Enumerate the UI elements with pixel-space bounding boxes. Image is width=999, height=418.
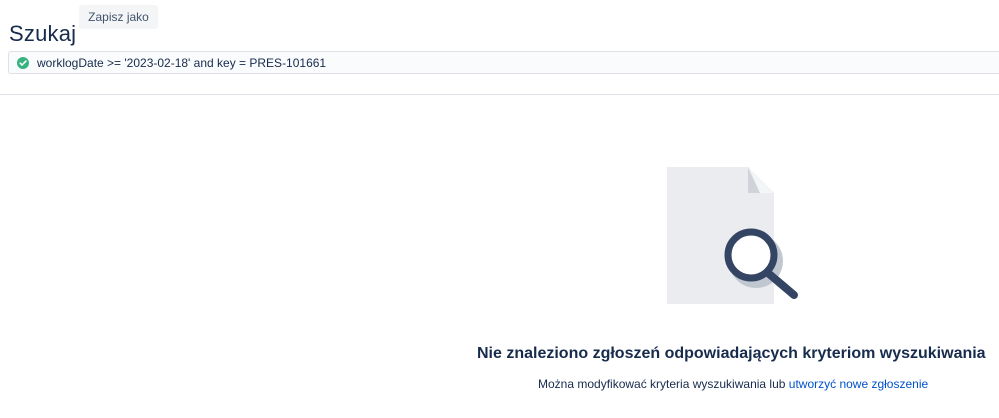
page-title: Szukaj <box>9 20 77 46</box>
create-issue-link[interactable]: utworzyć nowe zgłoszenie <box>789 377 928 391</box>
document-magnifier-icon <box>664 166 804 306</box>
header-divider <box>0 94 999 95</box>
empty-state-description-text: Można modyfikować kryteria wyszukiwania … <box>538 377 789 391</box>
empty-state-description: Można modyfikować kryteria wyszukiwania … <box>538 376 998 392</box>
save-as-button[interactable]: Zapisz jako <box>79 5 158 29</box>
jql-query-text[interactable]: worklogDate >= '2023-02-18' and key = PR… <box>37 56 326 70</box>
empty-state-title: Nie znaleziono zgłoszeń odpowiadających … <box>477 345 986 362</box>
jql-query-bar[interactable]: worklogDate >= '2023-02-18' and key = PR… <box>8 51 999 74</box>
check-circle-icon <box>15 55 31 71</box>
